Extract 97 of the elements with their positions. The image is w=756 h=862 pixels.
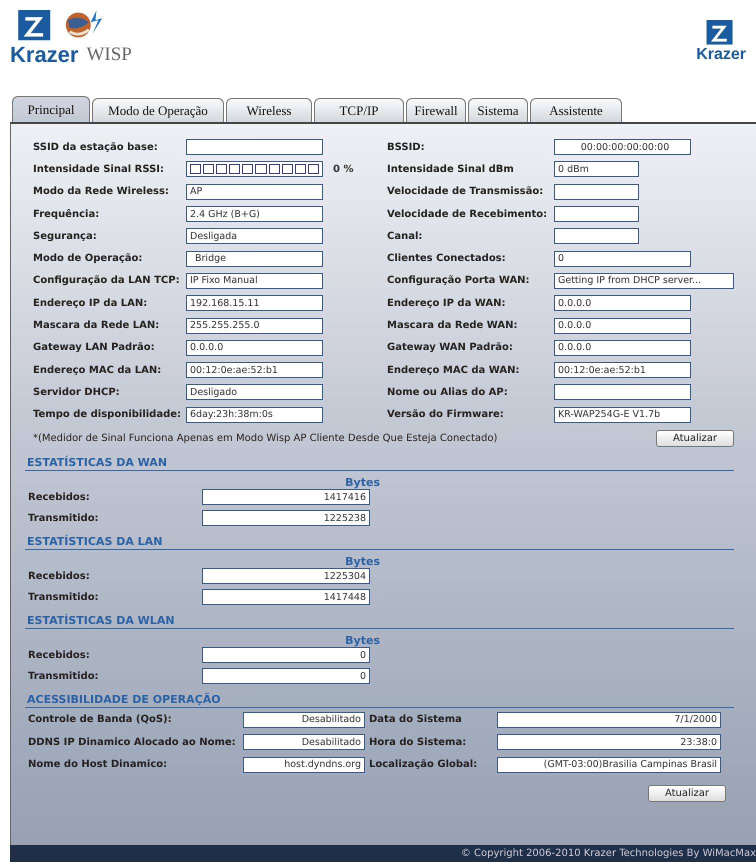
- input-field[interactable]: 1417416: [202, 489, 370, 506]
- input-field[interactable]: 0.0.0.0: [186, 340, 323, 356]
- field-label: Modo da Rede Wireless:: [33, 186, 170, 198]
- section-title: ESTATÍSTICAS DA WLAN: [25, 608, 734, 629]
- field-label: Recebidos:: [28, 650, 91, 661]
- input-field[interactable]: 1225238: [202, 510, 370, 526]
- input-field[interactable]: (GMT-03:00)Brasilia Campinas Brasil: [497, 756, 721, 773]
- section-title: ESTATÍSTICAS DA LAN: [25, 528, 734, 550]
- input-field[interactable]: Desligado: [186, 384, 323, 400]
- input-field[interactable]: 23:38:0: [497, 734, 721, 750]
- field-label: Mascara da Rede WAN:: [387, 320, 518, 332]
- nav-tab[interactable]: Firewall: [406, 98, 466, 122]
- input-field[interactable]: 00:12:0e:ae:52:b1: [554, 362, 691, 378]
- field-label: Recebidos:: [28, 492, 91, 503]
- input-field[interactable]: [554, 184, 639, 200]
- nav-tab[interactable]: Assistente: [530, 98, 622, 122]
- section-title: ACESSIBILIDADE DE OPERAÇÃO: [25, 686, 734, 708]
- input-field[interactable]: 0.0.0.0: [554, 318, 691, 334]
- field-label: Nome do Host Dinamico:: [28, 759, 168, 770]
- input-field[interactable]: host.dyndns.org: [243, 756, 365, 773]
- field-label: Versão do Firmware:: [387, 409, 505, 420]
- field-label: Frequência:: [33, 208, 100, 220]
- field-label: Endereço MAC da LAN:: [33, 364, 162, 376]
- field-label: Modo de Operação:: [33, 253, 144, 264]
- input-field[interactable]: Desligada: [186, 228, 323, 244]
- note-text: *(Medidor de Sinal Funciona Apenas em Modo Wisp AP Cliente Desde Que Esteja Conectado): [33, 433, 498, 444]
- field-label: Gateway WAN Padrão:: [387, 342, 514, 354]
- input-field[interactable]: Bridge: [186, 250, 323, 267]
- field-label: Nome ou Alias do AP:: [387, 386, 509, 398]
- input-field[interactable]: 0: [202, 647, 370, 664]
- input-field[interactable]: Desabilitado: [243, 734, 365, 750]
- input-field[interactable]: [554, 228, 639, 244]
- input-field[interactable]: 00:00:00:00:00:00: [554, 139, 691, 156]
- product-logo-text: WISP: [86, 43, 132, 67]
- input-field[interactable]: 0.0.0.0: [554, 340, 691, 356]
- nav-tab[interactable]: Wireless: [226, 98, 312, 122]
- field-label: Tempo de disponibilidade:: [33, 409, 182, 420]
- brand-logo-text: Krazer: [696, 46, 746, 64]
- field-label: Clientes Conectados:: [387, 253, 507, 264]
- field-label: Localização Global:: [369, 759, 478, 770]
- field-label: Endereço MAC da WAN:: [387, 364, 520, 376]
- input-field[interactable]: 0: [202, 668, 370, 684]
- field-label: Transmitido:: [28, 592, 100, 603]
- column-header: Bytes: [345, 554, 380, 568]
- input-field[interactable]: 00:12:0e:ae:52:b1: [186, 362, 323, 378]
- input-field[interactable]: 1417448: [202, 589, 370, 606]
- signal-reading: 0 %: [333, 164, 354, 175]
- refresh-button[interactable]: Atualizar: [648, 785, 726, 802]
- nav-tab[interactable]: TCP/IP: [314, 98, 404, 122]
- field-label: Recebidos:: [28, 570, 91, 582]
- input-field[interactable]: AP: [186, 184, 323, 200]
- input-field[interactable]: [554, 206, 639, 222]
- input-field[interactable]: 7/1/2000: [497, 712, 721, 728]
- copyright-text: © Copyright 2006-2010 Krazer Technologies By WiMacMax: [460, 848, 756, 859]
- field-label: Transmitido:: [28, 512, 100, 524]
- field-label: Gateway LAN Padrão:: [33, 342, 156, 354]
- field-label: Servidor DHCP:: [33, 386, 121, 398]
- field-label: Velocidade de Recebimento:: [387, 208, 548, 220]
- field-label: Endereço IP da LAN:: [33, 298, 148, 309]
- field-label: Intensidade Sinal RSSI:: [33, 164, 166, 175]
- input-field[interactable]: [186, 139, 323, 156]
- input-field[interactable]: 2.4 GHz (B+G): [186, 206, 323, 222]
- input-field[interactable]: 0 dBm: [554, 161, 639, 178]
- nav-tab[interactable]: Principal: [12, 96, 90, 122]
- field-label: Configuração da LAN TCP:: [33, 275, 181, 286]
- input-field[interactable]: KR-WAP254G-E V1.7b: [554, 406, 691, 423]
- section-title: ESTATÍSTICAS DA WAN: [25, 450, 734, 471]
- field-label: Endereço IP da WAN:: [387, 298, 506, 309]
- column-header: Bytes: [345, 634, 380, 647]
- field-label: Mascara da Rede LAN:: [33, 320, 160, 332]
- nav-tab[interactable]: Sistema: [468, 98, 528, 122]
- field-label: Data do Sistema: [369, 714, 463, 726]
- field-label: Segurança:: [33, 230, 98, 242]
- field-label: SSID da estação base:: [33, 142, 159, 153]
- input-field[interactable]: 255.255.255.0: [186, 318, 323, 334]
- input-field[interactable]: 0: [554, 250, 691, 267]
- refresh-button[interactable]: Atualizar: [656, 430, 734, 448]
- field-label: Canal:: [387, 230, 424, 242]
- field-label: Transmitido:: [28, 670, 100, 682]
- input-field[interactable]: 6day:23h:38m:0s: [186, 406, 323, 423]
- field-label: Configuração Porta WAN:: [387, 275, 531, 286]
- nav-tab[interactable]: Modo de Operação: [92, 98, 224, 122]
- input-field[interactable]: 192.168.15.11: [186, 295, 323, 312]
- input-field[interactable]: [554, 384, 691, 400]
- column-header: Bytes: [345, 476, 380, 489]
- input-field[interactable]: 0.0.0.0: [554, 295, 691, 312]
- input-field[interactable]: Desabilitado: [243, 712, 365, 728]
- field-label: DDNS IP Dinamico Alocado ao Nome:: [28, 736, 237, 748]
- field-label: Controle de Banda (QoS):: [28, 714, 173, 726]
- field-label: BSSID:: [387, 142, 426, 153]
- input-field[interactable]: Getting IP from DHCP server...: [554, 272, 734, 289]
- input-field[interactable]: IP Fixo Manual: [186, 272, 323, 289]
- field-label: Intensidade Sinal dBm: [387, 164, 515, 175]
- input-field[interactable]: 1225304: [202, 568, 370, 584]
- brand-logo-text: Krazer: [10, 42, 78, 68]
- field-label: Hora do Sistema:: [369, 736, 468, 748]
- field-label: Velocidade de Transmissão:: [387, 186, 544, 198]
